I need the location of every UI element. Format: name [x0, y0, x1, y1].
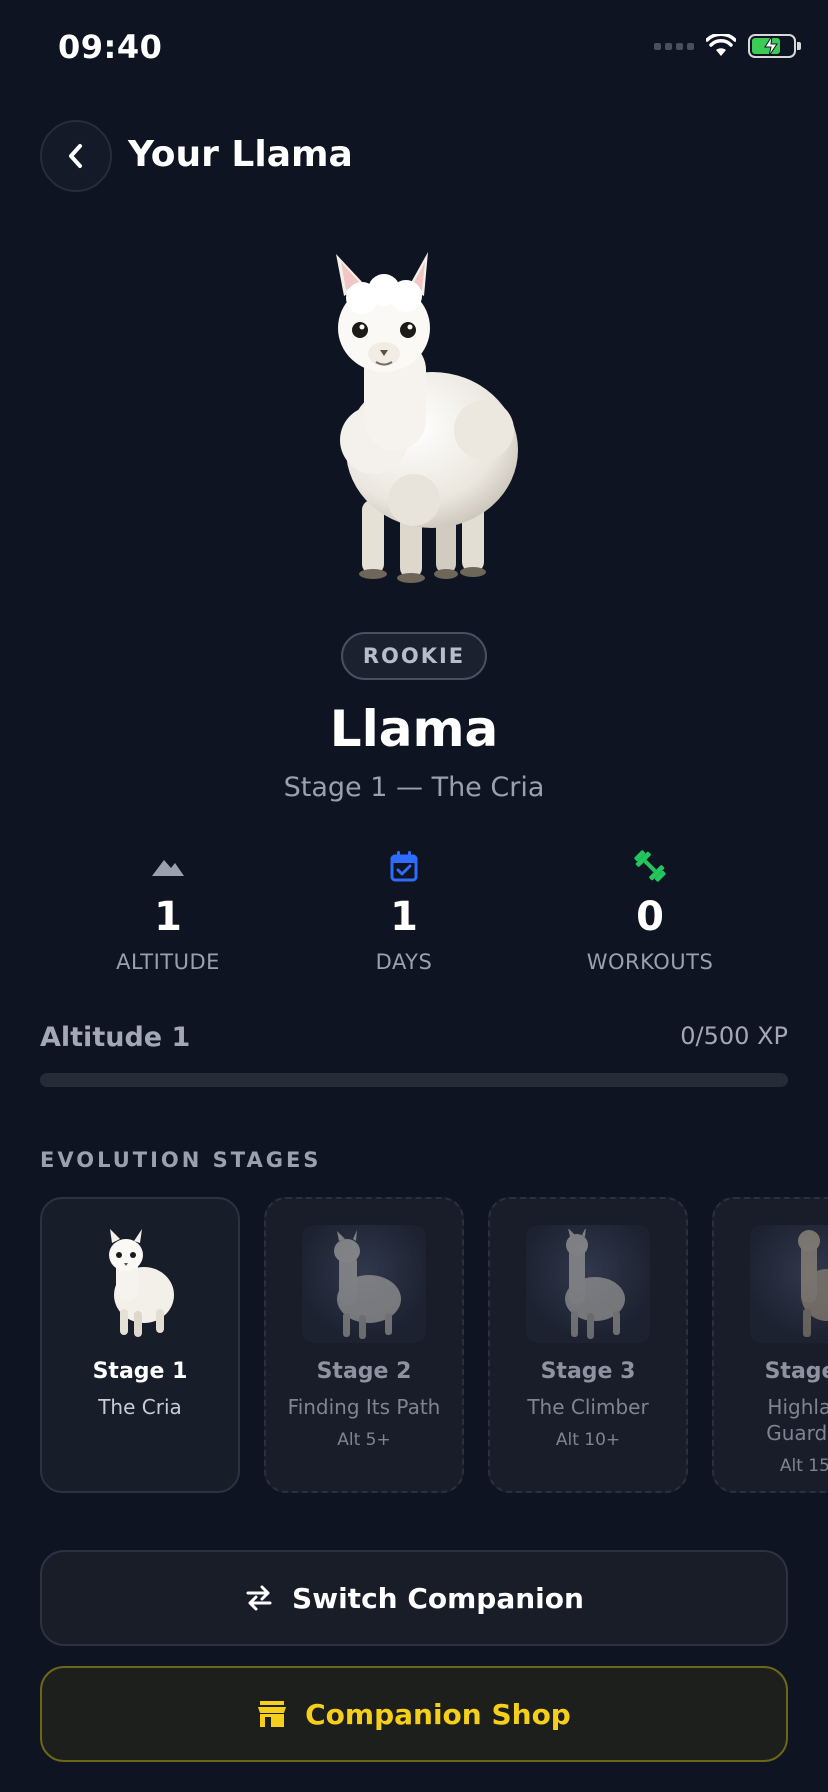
- stat-days: 1 DAYS: [284, 848, 524, 974]
- switch-companion-label: Switch Companion: [292, 1581, 584, 1615]
- evolution-card-stage-2[interactable]: Stage 2 Finding Its Path Alt 5+: [264, 1197, 464, 1493]
- swap-arrows-icon: [246, 1585, 272, 1611]
- back-button[interactable]: [40, 120, 112, 192]
- storefront-icon: [258, 1701, 287, 1727]
- evolution-stage-number: Stage 2: [316, 1359, 412, 1384]
- evolution-card-stage-4[interactable]: Stage 4 Highland Guardian Alt 15+: [712, 1197, 828, 1493]
- battery-icon: [748, 34, 801, 58]
- chevron-left-icon: [69, 144, 82, 168]
- wifi-icon: [706, 34, 736, 56]
- altitude-label: Altitude 1: [40, 1022, 191, 1053]
- evolution-requirement: Alt 15+: [779, 1456, 828, 1476]
- switch-companion-button[interactable]: Switch Companion: [40, 1550, 788, 1646]
- cellular-signal-icon: [654, 42, 694, 50]
- stat-label: WORKOUTS: [586, 950, 714, 974]
- companion-shop-button[interactable]: Companion Shop: [40, 1666, 788, 1762]
- evolution-requirement: Alt 5+: [337, 1430, 391, 1450]
- evolution-card-stage-3[interactable]: Stage 3 The Climber Alt 10+: [488, 1197, 688, 1493]
- stage-3-thumbnail: [526, 1225, 650, 1343]
- status-time: 09:40: [58, 28, 163, 66]
- evolution-stage-number: Stage 1: [92, 1359, 188, 1384]
- stat-workouts: 0 WORKOUTS: [530, 848, 770, 974]
- companion-stage: Stage 1 — The Cria: [283, 772, 545, 803]
- companion-name: Llama: [329, 700, 499, 758]
- companion-shop-label: Companion Shop: [305, 1697, 571, 1731]
- stage-1-thumbnail: [78, 1225, 202, 1343]
- status-icons: [654, 34, 801, 58]
- stat-value: 1: [154, 894, 182, 940]
- evolution-stage-number: Stage 3: [540, 1359, 636, 1384]
- evolution-stage-number: Stage 4: [764, 1359, 828, 1384]
- stat-altitude: 1 ALTITUDE: [48, 848, 288, 974]
- dumbbell-icon: [634, 850, 666, 882]
- stage-2-thumbnail: [302, 1225, 426, 1343]
- xp-counter: 0/500 XP: [680, 1022, 788, 1050]
- evolution-heading: EVOLUTION STAGES: [40, 1148, 322, 1172]
- stage-4-thumbnail: [750, 1225, 828, 1343]
- llama-screen: 09:40 Your Llama ROOKIE Llama Stage 1 — …: [0, 0, 828, 1792]
- stat-label: ALTITUDE: [116, 950, 220, 974]
- evolution-requirement: Alt 10+: [555, 1430, 621, 1450]
- xp-progress-bar: [40, 1073, 788, 1087]
- page-title: Your Llama: [128, 134, 353, 175]
- evolution-stage-name: Highland Guardian: [766, 1395, 828, 1445]
- evolution-stage-name: Finding Its Path: [287, 1395, 441, 1419]
- evolution-stage-name: The Climber: [527, 1395, 649, 1419]
- stat-value: 1: [390, 894, 418, 940]
- llama-avatar-image: [336, 252, 518, 583]
- calendar-check-icon: [390, 851, 418, 882]
- stat-label: DAYS: [375, 950, 433, 974]
- evolution-card-stage-1[interactable]: Stage 1 The Cria: [40, 1197, 240, 1493]
- rank-badge: ROOKIE: [341, 632, 487, 680]
- mountain-icon: [152, 860, 184, 876]
- evolution-carousel[interactable]: Stage 1 The Cria Stage 2 Finding Its Pat…: [40, 1197, 828, 1493]
- stat-value: 0: [636, 894, 664, 940]
- evolution-stage-name: The Cria: [98, 1395, 182, 1419]
